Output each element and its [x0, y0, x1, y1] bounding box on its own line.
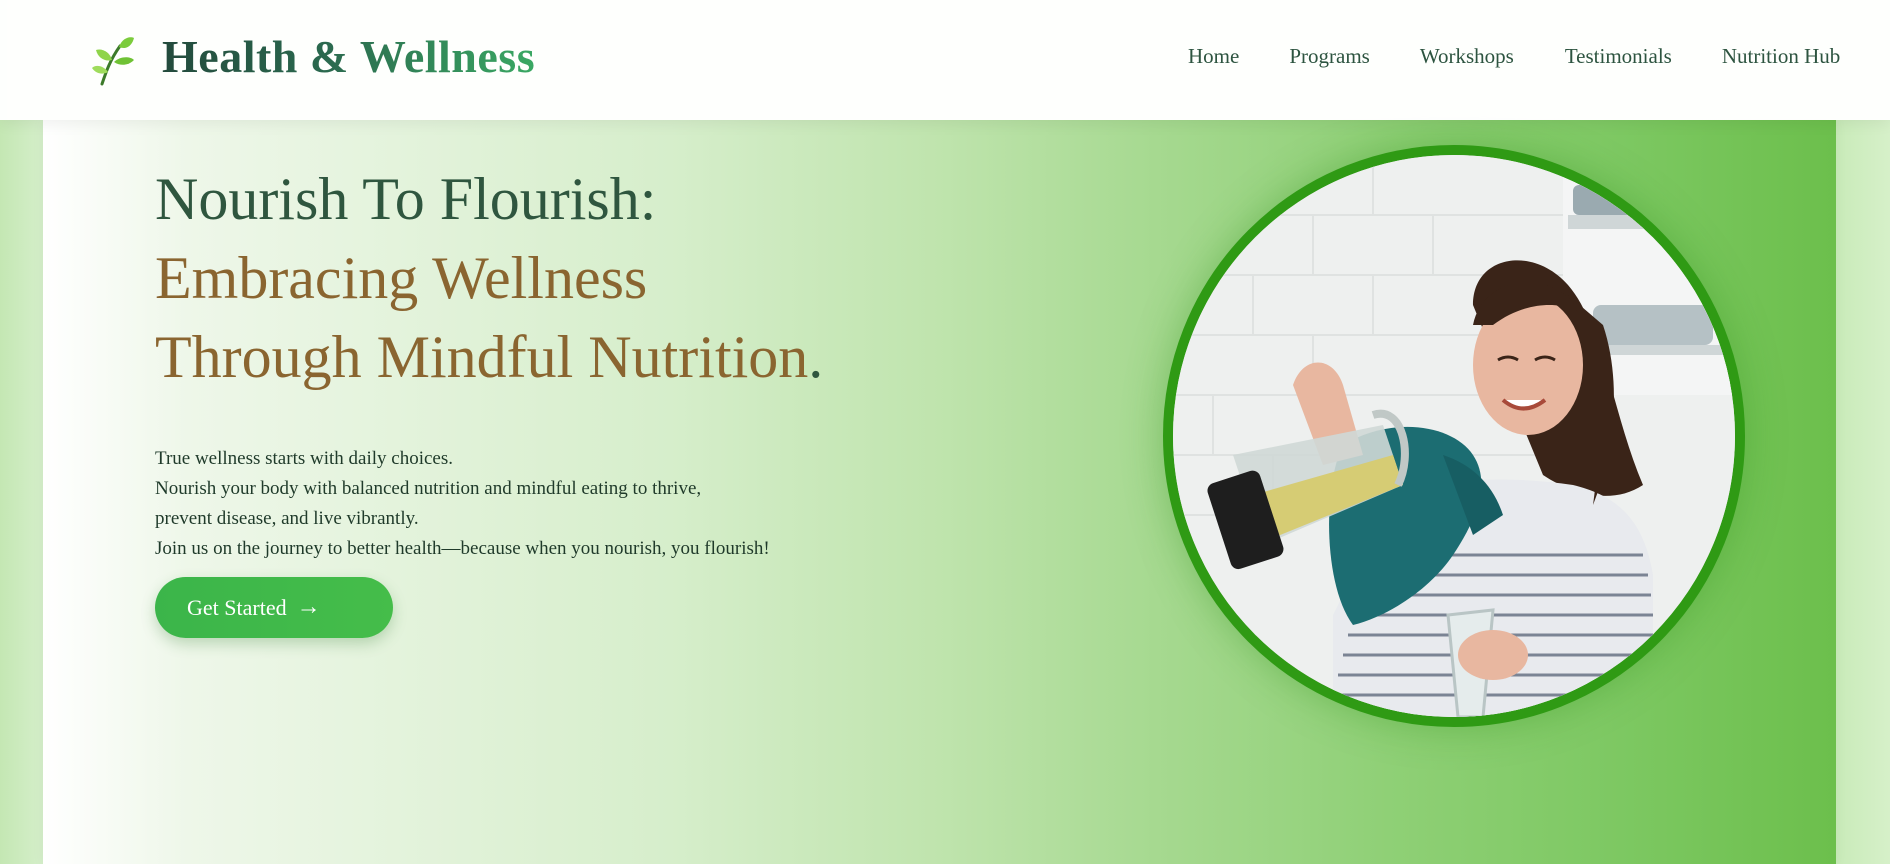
site-header: Health & Wellness Home Programs Workshop…: [0, 0, 1890, 120]
hero-photo-illustration: [1173, 155, 1735, 717]
arrow-right-icon: →: [296, 594, 321, 620]
hero-image: [1163, 145, 1745, 727]
nav-workshops[interactable]: Workshops: [1420, 44, 1514, 69]
headline-line-3: Through Mindful Nutrition.: [155, 318, 823, 397]
logo[interactable]: [88, 34, 138, 88]
background-strip-right: [1836, 120, 1890, 864]
headline-line-1: Nourish To Flourish:: [155, 166, 657, 232]
nav-programs[interactable]: Programs: [1289, 44, 1370, 69]
headline-line-2: Embracing Wellness: [155, 245, 648, 311]
description-line-3: prevent disease, and live vibrantly.: [155, 508, 419, 529]
leaf-icon: [92, 37, 134, 86]
page: Health & Wellness Home Programs Workshop…: [0, 0, 1890, 864]
get-started-label: Get Started: [187, 594, 287, 620]
headline-line-3-text: Through Mindful Nutrition: [155, 324, 809, 390]
get-started-button[interactable]: Get Started →: [155, 577, 393, 638]
description-line-4: Join us on the journey to better health—…: [155, 538, 770, 559]
nav-nutrition-hub[interactable]: Nutrition Hub: [1722, 44, 1840, 69]
hero-description: True wellness starts with daily choices.…: [155, 444, 770, 564]
nav-home[interactable]: Home: [1188, 44, 1239, 69]
headline-period: .: [808, 324, 824, 390]
nav-testimonials[interactable]: Testimonials: [1565, 44, 1672, 69]
main-nav: Home Programs Workshops Testimonials Nut…: [1188, 44, 1840, 69]
brand-name[interactable]: Health & Wellness: [162, 30, 535, 83]
hero-headline: Nourish To Flourish: Embracing Wellness …: [155, 160, 823, 397]
background-strip-left: [0, 120, 43, 864]
description-line-2: Nourish your body with balanced nutritio…: [155, 478, 702, 499]
description-line-1: True wellness starts with daily choices.: [155, 448, 453, 469]
